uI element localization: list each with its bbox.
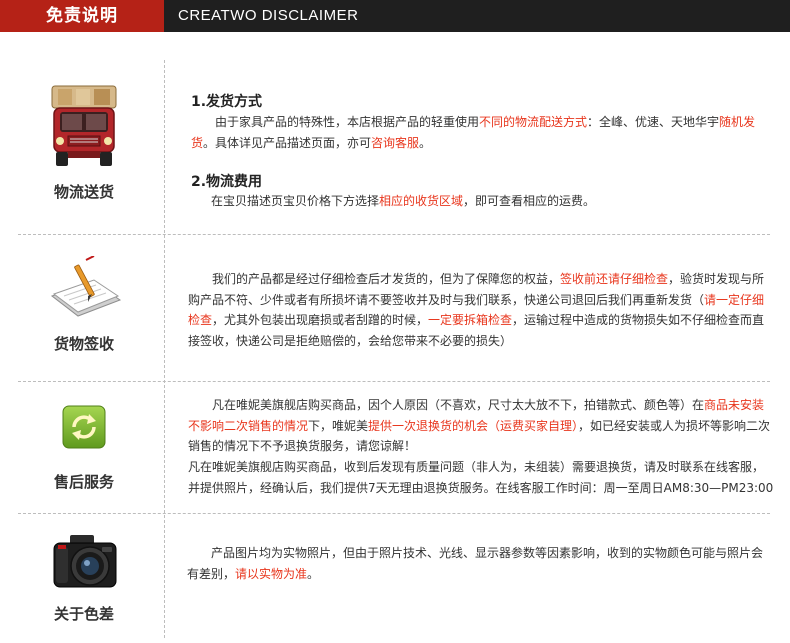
- highlight-text: 不同的物流配送方式: [479, 115, 588, 129]
- category-label-shipping: 物流送货: [53, 183, 114, 201]
- vertical-divider: [164, 60, 165, 638]
- contact-service-link[interactable]: 咨询客服: [371, 136, 419, 150]
- highlight-text: 请以实物为准: [235, 566, 308, 581]
- header-title: CREATWO DISCLAIMER: [178, 7, 359, 24]
- highlight-text: 签收前还请仔细检查: [560, 272, 669, 286]
- category-label-signing: 货物签收: [53, 335, 114, 353]
- shipping-method-text: 由于家具产品的特殊性，本店根据产品的轻重使用不同的物流配送方式：全峰、优速、天地…: [191, 115, 756, 150]
- highlight-text: 一定要拆箱检查: [428, 313, 513, 327]
- category-label-color: 关于色差: [53, 605, 114, 623]
- signing-text: 我们的产品都是经过仔细检查后才发货的，但为了保障您的权益，签收前还请仔细检查，验…: [188, 272, 765, 348]
- highlight-text: 提供一次退换货的机会（运费买家自理）: [368, 418, 579, 433]
- shipping-fee-heading: 2.物流费用: [191, 174, 263, 190]
- highlight-text: 相应的收货区域: [379, 194, 464, 208]
- aftersales-quality-policy-text: 凡在唯妮美旗舰店购买商品，收到后发现有质量问题（非人为，未组装）需要退换货，请及…: [188, 460, 774, 495]
- section-divider: [18, 513, 770, 514]
- camera-icon: [52, 533, 118, 591]
- shipping-fee-text: 在宝贝描述页宝贝价格下方选择相应的收货区域，即可查看相应的运费。: [211, 194, 596, 208]
- header-bar: 免责说明 CREATWO DISCLAIMER: [0, 0, 790, 32]
- section-divider: [18, 234, 770, 235]
- color-difference-text: 产品图片均为实物照片，但由于照片技术、光线、显示器参数等因素影响，收到的实物颜色…: [187, 546, 764, 581]
- aftersales-return-policy-text: 凡在唯妮美旗舰店购买商品，因个人原因（不喜欢，尺寸太大放不下，拍错款式、颜色等）…: [188, 398, 771, 453]
- truck-icon: [48, 84, 120, 168]
- refresh-icon: [62, 405, 106, 449]
- shipping-method-heading: 1.发货方式: [191, 94, 263, 110]
- header-tab-label: 免责说明: [0, 0, 164, 32]
- category-label-aftersales: 售后服务: [53, 473, 114, 491]
- section-divider: [18, 381, 770, 382]
- document-pen-icon: [50, 255, 122, 322]
